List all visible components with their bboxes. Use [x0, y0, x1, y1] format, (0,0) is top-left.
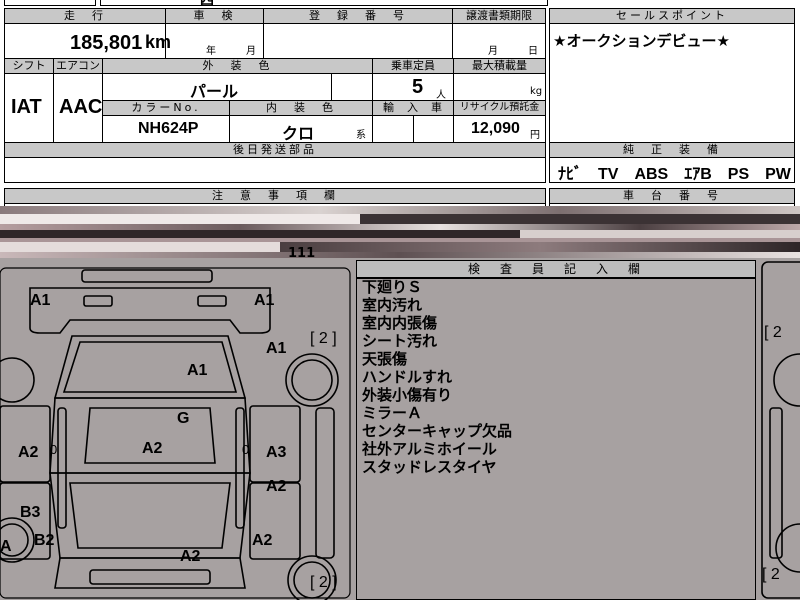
mileage-value: 185,801 [70, 32, 143, 54]
capacity-unit: 人 [436, 90, 446, 101]
capacity-header: 乗車定員 [372, 58, 454, 74]
later-parts-cell [4, 157, 546, 183]
mark-center-body: A2 [142, 440, 163, 457]
mark-hood: A2 [180, 548, 201, 565]
mark-glass: G [177, 410, 190, 427]
exterior-color-blank [331, 73, 373, 101]
equipment-value: ﾅﾋﾞ TV ABS ｴｱB PS PW [558, 166, 791, 183]
far-right-count-top: [ 2 [764, 324, 782, 341]
mark-roof: A1 [187, 362, 208, 379]
inspector-notes-header: 検 査 員 記 入 欄 [356, 260, 756, 278]
note-line: センターキャップ欠品 [362, 422, 513, 440]
mark-right-rear-door-extra: 0 [242, 442, 250, 457]
shift-value: IAT [11, 96, 42, 118]
color-no-value: NH624P [138, 120, 199, 137]
chassis-no-header: 車 台 番 号 [549, 188, 795, 204]
note-line: 室内汚れ [362, 296, 423, 314]
right-count-bottom: [ 2 ] [310, 574, 337, 591]
sales-point-text: ★オークションデビュー★ [553, 32, 730, 50]
transfer-deadline-header: 譲渡書類期限 [452, 8, 546, 24]
interior-color-value: クロ [282, 126, 315, 143]
recycle-unit: 円 [530, 130, 540, 141]
inspection-year-unit: 年 [206, 46, 216, 57]
aircon-value: AAC [59, 96, 103, 118]
mark-rear-left: A1 [30, 292, 51, 309]
import-cell-a [372, 115, 414, 143]
mark-left-rear-door: A2 [18, 444, 39, 461]
recycle-header: リサイクル預託金 [453, 100, 546, 116]
far-right-count-bottom: [ 2 [762, 566, 780, 583]
mileage-header: 走 行 [4, 8, 166, 24]
caution-header: 注 意 事 項 欄 [4, 188, 546, 204]
mark-rear-right: A1 [254, 292, 275, 309]
mark-right-rear-side: A1 [266, 340, 287, 357]
note-line: ハンドルすれ [362, 368, 453, 386]
aircon-header: エアコン [53, 58, 103, 74]
top-partial-cell [4, 0, 96, 6]
right-count-top: [ 2 ] [310, 330, 337, 347]
deadline-day-unit: 日 [528, 46, 538, 57]
inspection-sheet-area: 111 A1 A1 A1 [2] A1 G A2 0 A2 A3 0 A2 … [0, 246, 800, 600]
registration-cell [263, 23, 453, 59]
inspection-month-unit: 月 [246, 46, 256, 57]
note-line: スタッドレスタイヤ [362, 458, 497, 476]
interior-color-suffix: 系 [356, 130, 366, 141]
sales-point-header: セールスポイント [549, 8, 795, 24]
max-load-unit: kg [530, 86, 543, 97]
deadline-month-unit: 月 [488, 46, 498, 57]
mark-left-front-door-b: B3 [20, 504, 41, 521]
mark-left-front-door-a: B2 [34, 532, 55, 549]
recycle-amount: 12,090 [471, 120, 520, 137]
note-line: 天張傷 [362, 350, 408, 368]
later-parts-header: 後日発送部品 [4, 142, 546, 158]
color-no-header: カラーNo. [102, 100, 230, 116]
note-line: 外装小傷有り [362, 386, 453, 404]
shift-header: シフト [4, 58, 54, 74]
note-line: シート汚れ [362, 332, 438, 350]
mark-left-rear-door-extra: 0 [50, 442, 58, 457]
exterior-color-value: パール [190, 84, 239, 101]
equipment-header: 純 正 装 備 [549, 142, 795, 158]
note-line: 下廻りＳ [362, 278, 423, 296]
inspection-header: 車 検 [165, 8, 264, 24]
mark-right-front-door: A2 [266, 478, 287, 495]
note-line: 社外アルミホイール [362, 440, 497, 458]
top-partial-cell-wide [100, 0, 548, 6]
mark-left-front-fender: A [0, 538, 12, 555]
registration-header: 登 録 番 号 [263, 8, 453, 24]
import-header: 輸 入 車 [372, 100, 454, 116]
note-line: 室内内張傷 [362, 314, 438, 332]
max-load-header: 最大積載量 [453, 58, 546, 74]
exterior-color-header: 外 装 色 [102, 58, 373, 74]
mark-right-rear-door: A3 [266, 444, 287, 461]
image-glitch-band [0, 206, 800, 260]
capacity-value: 5 [412, 76, 424, 98]
import-cell-b [413, 115, 454, 143]
note-line: ミラーＡ [362, 404, 423, 422]
interior-color-header: 内 装 色 [229, 100, 373, 116]
partial-diagram-right [761, 261, 800, 599]
mark-right-front-fender: A2 [252, 532, 273, 549]
